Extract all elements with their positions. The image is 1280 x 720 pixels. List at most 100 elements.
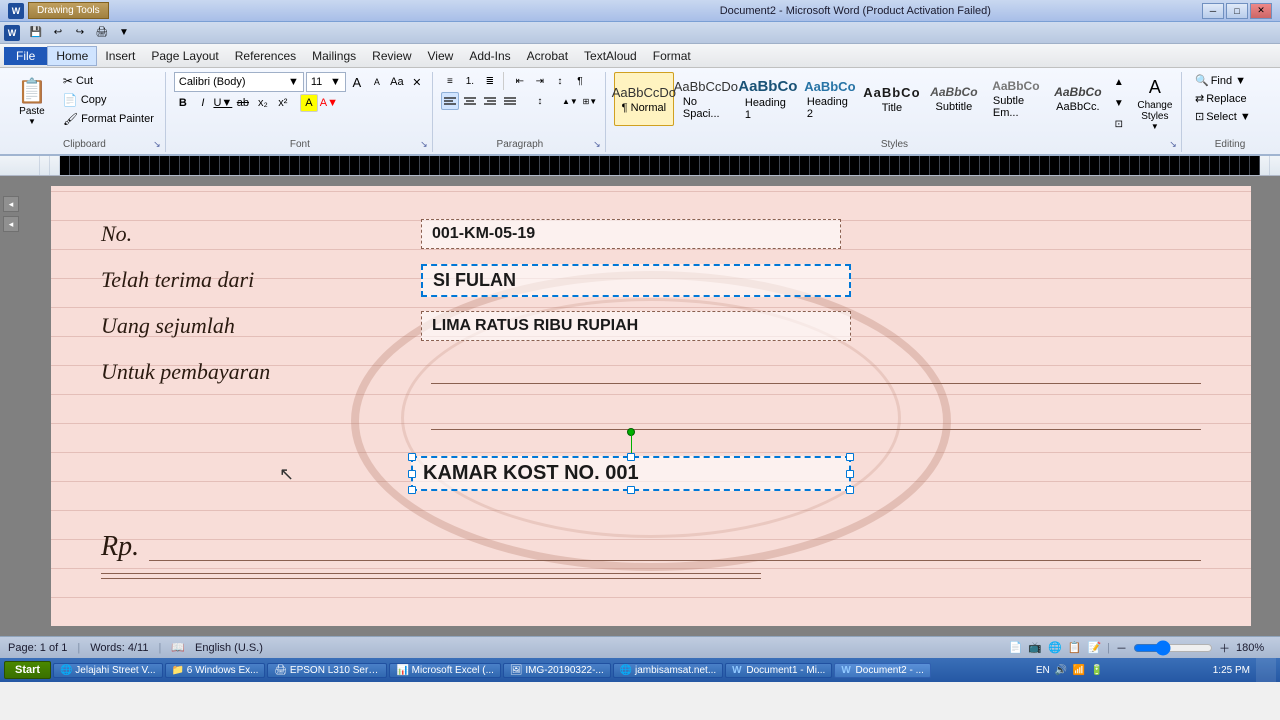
align-right-button[interactable] xyxy=(481,92,499,110)
zoom-slider[interactable] xyxy=(1133,642,1213,654)
italic-button[interactable]: I xyxy=(194,94,212,112)
handle-middle-left[interactable] xyxy=(408,470,416,478)
handle-top-left[interactable] xyxy=(408,453,416,461)
change-styles-arrow[interactable]: ▼ xyxy=(1151,122,1159,131)
copy-button[interactable]: 📄 Copy xyxy=(58,91,159,109)
minimize-button[interactable]: ─ xyxy=(1202,3,1224,19)
view-outline-btn[interactable]: 📋 xyxy=(1068,641,1082,654)
mailings-tab[interactable]: Mailings xyxy=(304,47,364,65)
kamar-textbox[interactable]: KAMAR KOST NO. 001 xyxy=(411,456,851,491)
font-name-select[interactable]: Calibri (Body) ▼ xyxy=(174,72,304,92)
taskbar-epson[interactable]: 🖨 EPSON L310 Series xyxy=(267,663,387,678)
style-subtitle[interactable]: AaBbCo Subtitle xyxy=(924,72,984,126)
view-print-btn[interactable]: 📄 xyxy=(1009,641,1023,654)
align-center-button[interactable] xyxy=(461,92,479,110)
taskbar-windows-ex[interactable]: 📁 6 Windows Ex... xyxy=(165,663,266,678)
bold-button[interactable]: B xyxy=(174,94,192,112)
format-painter-button[interactable]: 🖌 Format Painter xyxy=(58,110,159,128)
show-pilcrow-button[interactable]: ¶ xyxy=(571,72,589,90)
spell-check-icon[interactable]: 📖 xyxy=(171,641,185,654)
bullets-button[interactable]: ≡ xyxy=(441,72,459,90)
font-size-arrow[interactable]: ▼ xyxy=(330,76,341,88)
strikethrough-button[interactable]: ab xyxy=(234,94,252,112)
volume-icon[interactable]: 🔊 xyxy=(1054,663,1068,677)
grow-font-button[interactable]: A xyxy=(348,73,366,91)
decrease-indent-button[interactable]: ⇤ xyxy=(511,72,529,90)
style-heading1[interactable]: AaBbCo Heading 1 xyxy=(738,72,798,126)
select-button[interactable]: ⊡ Select ▼ xyxy=(1190,108,1270,125)
handle-bottom-right[interactable] xyxy=(846,486,854,494)
multilevel-button[interactable]: ≣ xyxy=(481,72,499,90)
taskbar-jambi[interactable]: 🌐 jambisamsat.net... xyxy=(613,663,723,678)
maximize-button[interactable]: □ xyxy=(1226,3,1248,19)
textaloud-tab[interactable]: TextAloud xyxy=(576,47,645,65)
zoom-level[interactable]: 180% xyxy=(1236,642,1272,654)
font-size-select[interactable]: 11 ▼ xyxy=(306,72,346,92)
style-subtle-em[interactable]: AaBbCo Subtle Em... xyxy=(986,72,1046,126)
paragraph-expand[interactable]: ↘ xyxy=(591,138,603,150)
font-color-button[interactable]: A▼ xyxy=(320,94,338,112)
sort-button[interactable]: ↕ xyxy=(551,72,569,90)
superscript-button[interactable]: x² xyxy=(274,94,292,112)
page-layout-tab[interactable]: Page Layout xyxy=(143,47,226,65)
close-button[interactable]: ✕ xyxy=(1250,3,1272,19)
styles-expand[interactable]: ⊡ xyxy=(1110,114,1128,134)
paste-dropdown[interactable]: ▼ xyxy=(28,117,36,126)
zoom-out-btn[interactable]: － xyxy=(1116,640,1127,656)
acrobat-tab[interactable]: Acrobat xyxy=(519,47,576,65)
view-fullscreen-btn[interactable]: 📺 xyxy=(1028,641,1042,654)
print-button[interactable]: 🖨 xyxy=(92,24,112,42)
show-desktop-button[interactable] xyxy=(1256,658,1276,682)
change-styles-button[interactable]: A Change Styles ▼ xyxy=(1130,72,1180,136)
quick-access-dropdown[interactable]: ▼ xyxy=(114,24,134,42)
review-tab[interactable]: Review xyxy=(364,47,419,65)
increase-indent-button[interactable]: ⇥ xyxy=(531,72,549,90)
paste-button[interactable]: 📋 Paste ▼ xyxy=(10,72,54,131)
taskbar-doc2[interactable]: W Document2 - ... xyxy=(834,663,931,678)
style-no-spacing[interactable]: AaBbCcDo No Spaci... xyxy=(676,72,736,126)
taskbar-img[interactable]: 🖼 IMG-20190322-... xyxy=(503,663,611,678)
align-left-button[interactable] xyxy=(441,92,459,110)
cut-button[interactable]: ✂ Cut xyxy=(58,72,159,90)
shrink-font-button[interactable]: A xyxy=(368,73,386,91)
handle-top-right[interactable] xyxy=(846,453,854,461)
redo-button[interactable]: ↪ xyxy=(70,24,90,42)
shading-button[interactable]: ▲▼ xyxy=(561,92,579,110)
handle-middle-right[interactable] xyxy=(846,470,854,478)
save-button[interactable]: 💾 xyxy=(26,24,46,42)
font-name-arrow[interactable]: ▼ xyxy=(288,76,299,88)
receipt-dari-field[interactable]: SI FULAN xyxy=(421,264,851,297)
text-highlight-button[interactable]: A xyxy=(300,94,318,112)
handle-bottom-left[interactable] xyxy=(408,486,416,494)
borders-button[interactable]: ⊞▼ xyxy=(581,92,599,110)
line-spacing-button[interactable]: ↕ xyxy=(531,92,549,110)
clear-format-button[interactable]: ✕ xyxy=(408,73,426,91)
style-title[interactable]: AaBbCo Title xyxy=(862,72,922,126)
add-ins-tab[interactable]: Add-Ins xyxy=(461,47,518,65)
home-tab[interactable]: Home xyxy=(47,46,97,66)
styles-scroll-up[interactable]: ▲ xyxy=(1110,72,1128,92)
taskbar-doc1[interactable]: W Document1 - Mi... xyxy=(725,663,832,678)
taskbar-excel[interactable]: 📊 Microsoft Excel (... xyxy=(389,663,500,678)
view-web-btn[interactable]: 🌐 xyxy=(1048,641,1062,654)
receipt-uang-field[interactable]: LIMA RATUS RIBU RUPIAH xyxy=(421,311,851,341)
zoom-in-btn[interactable]: ＋ xyxy=(1219,640,1230,656)
styles-scroll-down[interactable]: ▼ xyxy=(1110,93,1128,113)
clipboard-expand[interactable]: ↘ xyxy=(151,138,163,150)
undo-button[interactable]: ↩ xyxy=(48,24,68,42)
references-tab[interactable]: References xyxy=(227,47,304,65)
receipt-no-field[interactable]: 001-KM-05-19 xyxy=(421,219,841,249)
find-button[interactable]: 🔍 Find ▼ xyxy=(1190,72,1270,89)
change-case-button[interactable]: Aa xyxy=(388,73,406,91)
taskbar-street-v[interactable]: 🌐 Jelajahi Street V... xyxy=(53,663,162,678)
handle-top-middle[interactable] xyxy=(627,453,635,461)
justify-button[interactable] xyxy=(501,92,519,110)
file-menu[interactable]: File xyxy=(4,47,47,65)
font-expand[interactable]: ↘ xyxy=(418,138,430,150)
underline-button[interactable]: U▼ xyxy=(214,94,232,112)
handle-bottom-middle[interactable] xyxy=(627,486,635,494)
language-status[interactable]: English (U.S.) xyxy=(195,642,263,654)
replace-button[interactable]: ⇄ Replace xyxy=(1190,90,1270,107)
subscript-button[interactable]: x₂ xyxy=(254,94,272,112)
left-margin-button2[interactable]: ◂ xyxy=(3,216,19,232)
